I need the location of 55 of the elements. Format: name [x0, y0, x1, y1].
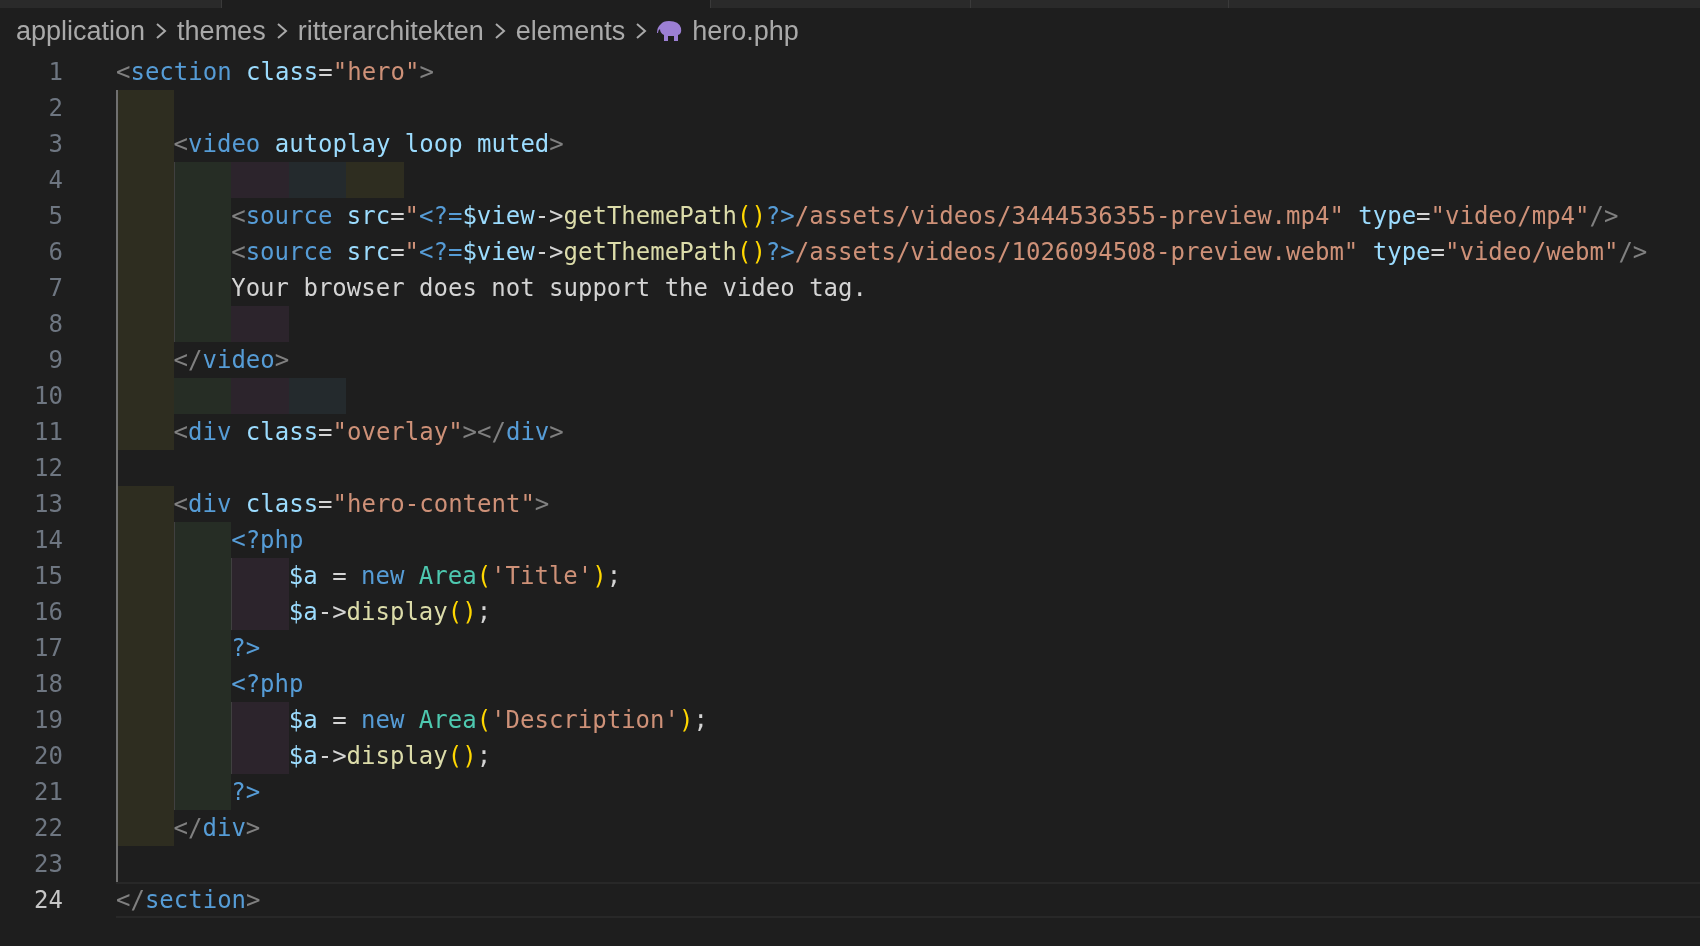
- line-number: 20: [33, 741, 63, 772]
- chevron-icon: [154, 21, 169, 41]
- chevron-icon: [634, 21, 649, 41]
- line-number: 24: [33, 885, 63, 916]
- breadcrumb-item[interactable]: application: [16, 15, 146, 47]
- code-line: <section class="hero">: [116, 57, 434, 88]
- line-number: 19: [33, 705, 63, 736]
- breadcrumb-item[interactable]: elements: [515, 15, 626, 47]
- line-number: 15: [33, 561, 63, 592]
- breadcrumb-item[interactable]: ritterarchitekten: [297, 15, 484, 47]
- line-number: 4: [47, 165, 63, 196]
- line-number: 9: [47, 345, 63, 376]
- code-line: ?>: [231, 633, 261, 664]
- breadcrumb-item[interactable]: themes: [177, 15, 266, 47]
- breadcrumb-item[interactable]: hero.php: [692, 15, 799, 47]
- editor-tab[interactable]: [711, 0, 971, 8]
- line-number: 11: [33, 417, 63, 448]
- editor-tab[interactable]: [222, 0, 711, 8]
- line-number: 5: [47, 201, 63, 232]
- line-number: 7: [47, 273, 63, 304]
- line-number: 10: [33, 381, 63, 412]
- code-line: <?php: [231, 669, 304, 700]
- code-line: <source src="<?=$view->getThemePath()?>/assets/videos/3444536355-preview.mp4" type="video/mp4"/>: [231, 201, 1619, 232]
- code-line: $a->display();: [288, 597, 492, 628]
- line-number: 6: [47, 237, 63, 268]
- code-line: <div class="hero-content">: [173, 489, 550, 520]
- line-number: 12: [33, 453, 63, 484]
- line-number: 14: [33, 525, 63, 556]
- line-number: 23: [33, 849, 63, 880]
- line-number: 16: [33, 597, 63, 628]
- editor-tab[interactable]: [0, 0, 222, 8]
- line-number: 21: [33, 777, 63, 808]
- code-line: </section>: [116, 885, 261, 916]
- code-line: $a = new Area('Title');: [288, 561, 622, 592]
- line-number: 18: [33, 669, 63, 700]
- elephant-icon: [657, 20, 684, 42]
- code-line: <div class="overlay"></div>: [173, 417, 564, 448]
- code-line: $a->display();: [288, 741, 492, 772]
- code-line: </video>: [173, 345, 290, 376]
- line-number: 3: [47, 129, 63, 160]
- line-number: 17: [33, 633, 63, 664]
- code-line: <?php: [231, 525, 304, 556]
- line-number: 13: [33, 489, 63, 520]
- line-number: 22: [33, 813, 63, 844]
- code-line: <source src="<?=$view->getThemePath()?>/assets/videos/1026094508-preview.webm" type="video/webm"/>: [231, 237, 1648, 268]
- editor-tab[interactable]: [971, 0, 1229, 8]
- code-line: <video autoplay loop muted>: [173, 129, 564, 160]
- line-number: 8: [47, 309, 63, 340]
- code-line: ?>: [231, 777, 261, 808]
- line-number: 2: [47, 93, 63, 124]
- code-line: Your browser does not support the video tag.: [231, 273, 867, 304]
- code-line: </div>: [173, 813, 261, 844]
- code-line: $a = new Area('Description');: [288, 705, 708, 736]
- line-number: 1: [47, 57, 63, 88]
- editor-tab[interactable]: [1229, 0, 1700, 8]
